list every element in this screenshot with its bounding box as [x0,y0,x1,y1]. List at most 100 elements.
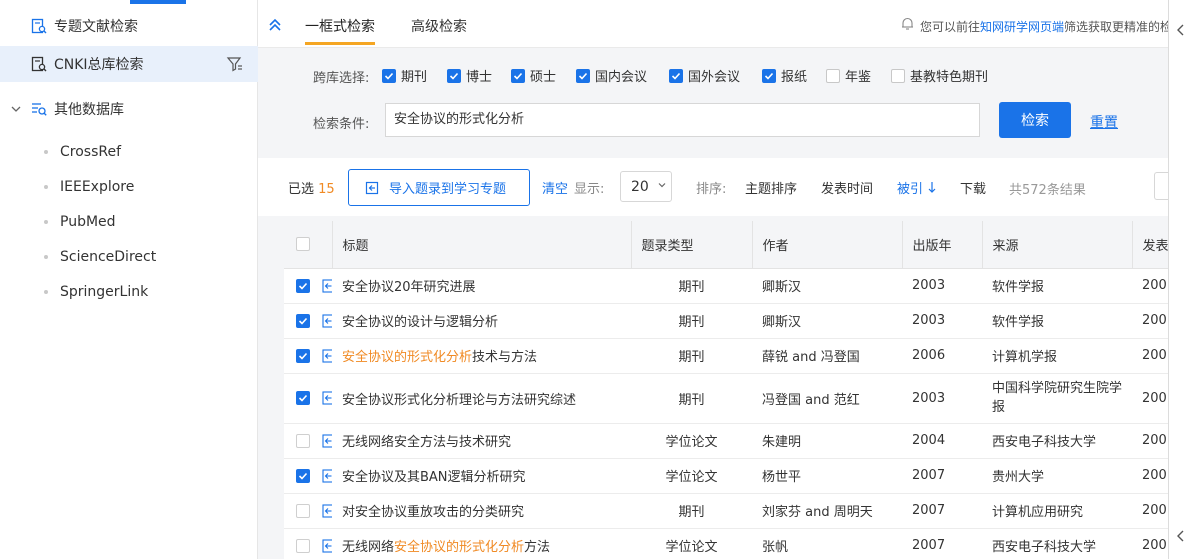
search-input[interactable]: 安全协议的形式化分析 [385,103,980,137]
import-doc-icon[interactable] [322,538,332,553]
col-header-year[interactable]: 出版年 [902,221,983,269]
database-label: ScienceDirect [60,248,157,265]
row-source: 软件学报 [982,268,1132,304]
tab-simple-search[interactable]: 一框式检索 [305,16,375,45]
table-row[interactable]: 安全协议的形式化分析技术与方法 期刊 薛锐 and 冯登国 2006 计算机学报 200 [284,338,1184,374]
table-row[interactable]: 无线网络安全协议的形式化分析方法 学位论文 张帆 2007 西安电子科技大学 200 [284,528,1184,559]
row-source: 计算机应用研究 [982,493,1132,529]
row-title[interactable]: 安全协议形式化分析理论与方法研究综述 [332,373,631,424]
clear-link[interactable]: 清空 [542,178,568,197]
chevron-left-icon[interactable] [1176,530,1186,546]
row-checkbox[interactable] [296,503,310,518]
checkbox-checked-icon[interactable] [511,68,525,83]
import-doc-icon[interactable] [322,433,332,448]
sidebar-item-cnki[interactable]: CNKI总库检索 [0,46,258,82]
checkbox-checked-icon[interactable] [762,68,776,83]
checkbox-foreign-conf[interactable]: 国外会议 [669,66,740,85]
row-title[interactable]: 无线网络安全方法与技术研究 [332,423,631,459]
sidebar-top-accent [130,0,186,4]
checkbox-journal[interactable]: 期刊 [382,66,427,85]
row-source: 西安电子科技大学 [982,423,1132,459]
sidebar-item-topic-search[interactable]: 专题文献检索 [0,8,258,44]
checkbox-checked-icon[interactable] [669,68,683,83]
row-checkbox[interactable] [296,538,310,553]
checkbox-checked-icon[interactable] [576,68,590,83]
search-panel: 跨库选择: 期刊 博士 硕士 国内会议 国外会议 报纸 年鉴 基教特色期刊 检索… [258,48,1168,158]
row-year: 2006 [902,338,982,374]
table-row[interactable]: 安全协议形式化分析理论与方法研究综述 期刊 冯登国 and 范红 2003 中国科学院研… [284,373,1184,424]
row-title[interactable]: 无线网络安全协议的形式化分析方法 [332,528,631,559]
row-title[interactable]: 安全协议的设计与逻辑分析 [332,303,631,339]
table-row[interactable]: 安全协议的设计与逻辑分析 期刊 卿斯汉 2003 软件学报 200 [284,303,1184,339]
row-checkbox[interactable] [296,313,310,328]
table-row[interactable]: 对安全协议重放攻击的分类研究 期刊 刘家芬 and 周明天 2007 计算机应用研究 20… [284,493,1184,529]
import-button[interactable]: 导入题录到学习专题 [348,169,530,206]
import-doc-icon[interactable] [322,391,332,405]
row-checkbox[interactable] [296,348,310,363]
database-item-springerlink[interactable]: SpringerLink [0,274,258,309]
search-button[interactable]: 检索 [999,102,1071,138]
import-doc-icon[interactable] [322,278,332,293]
select-all-checkbox[interactable] [296,237,310,252]
title-text: 安全协议形式化分析理论与方法研究综述 [342,392,577,408]
checkbox-master[interactable]: 硕士 [511,66,556,85]
sort-by-date[interactable]: 发表时间 [821,178,873,197]
sidebar-item-other-db[interactable]: 其他数据库 [0,91,258,127]
sort-by-cited[interactable]: 被引 [897,178,939,197]
row-checkbox[interactable] [296,468,310,483]
table-row[interactable]: 安全协议20年研究进展 期刊 卿斯汉 2003 软件学报 200 [284,268,1184,304]
table-row[interactable]: 无线网络安全方法与技术研究 学位论文 朱建明 2004 西安电子科技大学 200 [284,423,1184,459]
sort-by-subject[interactable]: 主题排序 [745,178,797,197]
row-select-cell [284,493,332,529]
sort-by-download[interactable]: 下载 [960,178,986,197]
database-item-ieee[interactable]: IEEExplore [0,169,258,204]
page-size-select[interactable]: 20 [620,171,672,202]
sort-cited-label: 被引 [897,182,924,197]
row-checkbox[interactable] [296,433,310,448]
checkbox-domestic-conf[interactable]: 国内会议 [576,66,647,85]
checkbox-unchecked-icon[interactable] [891,68,905,83]
notice-link[interactable]: 知网研学网页端 [980,20,1064,34]
import-doc-icon[interactable] [322,503,332,518]
reset-link[interactable]: 重置 [1090,112,1118,132]
chevron-down-icon[interactable] [9,102,23,116]
table-row[interactable]: 安全协议及其BAN逻辑分析研究 学位论文 杨世平 2007 贵州大学 200 [284,458,1184,494]
sort-label: 排序: [696,182,727,197]
row-checkbox[interactable] [296,278,310,293]
filter-icon[interactable] [226,55,244,73]
col-header-author[interactable]: 作者 [752,221,903,269]
checkbox-newspaper[interactable]: 报纸 [762,66,807,85]
row-title[interactable]: 安全协议的形式化分析技术与方法 [332,338,631,374]
import-doc-icon[interactable] [322,313,332,328]
double-chevron-up-icon[interactable] [268,18,282,32]
row-title[interactable]: 安全协议20年研究进展 [332,268,631,304]
checkbox-basic-edu[interactable]: 基教特色期刊 [891,66,988,85]
app-window: 专题文献检索 CNKI总库检索 其他数据库 CrossRef IEEExplor… [0,0,1193,559]
tab-advanced-search[interactable]: 高级检索 [411,16,467,36]
col-header-source[interactable]: 来源 [982,221,1133,269]
row-author: 冯登国 and 范红 [752,373,902,424]
checkbox-checked-icon[interactable] [447,68,461,83]
row-year: 2003 [902,303,982,339]
checkbox-yearbook[interactable]: 年鉴 [826,66,871,85]
database-item-crossref[interactable]: CrossRef [0,134,258,169]
import-button-label: 导入题录到学习专题 [389,182,507,197]
right-collapse-bar[interactable] [1168,0,1193,559]
chevron-left-icon[interactable] [1176,24,1186,40]
title-text: 安全协议20年研究进展 [342,280,476,295]
row-title[interactable]: 安全协议及其BAN逻辑分析研究 [332,458,631,494]
checkbox-doctor[interactable]: 博士 [447,66,492,85]
database-item-sciencedirect[interactable]: ScienceDirect [0,239,258,274]
col-header-title[interactable]: 标题 [332,221,632,269]
checkbox-checked-icon[interactable] [382,68,396,83]
table-body: 安全协议20年研究进展 期刊 卿斯汉 2003 软件学报 200 安全协议的设计与逻辑分析期… [284,268,1184,559]
import-doc-icon[interactable] [322,468,332,483]
col-header-type[interactable]: 题录类型 [631,221,753,269]
row-title[interactable]: 对安全协议重放攻击的分类研究 [332,493,631,529]
row-checkbox[interactable] [296,391,310,405]
checkbox-unchecked-icon[interactable] [826,68,840,83]
import-doc-icon[interactable] [322,348,332,363]
row-year: 2007 [902,458,982,494]
doc-search-icon [30,55,48,73]
database-item-pubmed[interactable]: PubMed [0,204,258,239]
